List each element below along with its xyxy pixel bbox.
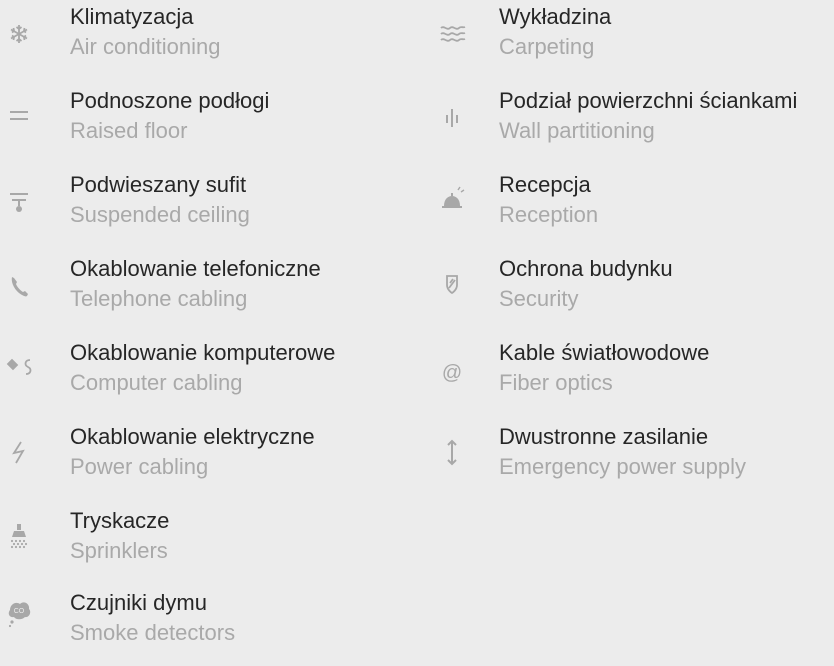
amenity-label-en: Fiber optics	[499, 370, 613, 395]
amenity-label-pl: Wykładzina	[499, 4, 612, 29]
amenity-label-pl: Podział powierzchni ściankami	[499, 88, 798, 113]
amenity-label-pl: Okablowanie elektryczne	[70, 424, 315, 449]
svg-text:@: @	[442, 362, 462, 384]
amenity-item-emergency-power: Dwustronne zasilanie Emergency power sup…	[425, 420, 834, 500]
phone-icon	[0, 252, 46, 332]
amenity-item-power-cabling: Okablowanie elektryczne Power cabling	[0, 420, 420, 500]
amenity-label-pl: Recepcja	[499, 172, 591, 197]
amenity-label-en: Smoke detectors	[70, 620, 236, 645]
amenity-label-pl: Okablowanie komputerowe	[70, 340, 336, 365]
amenity-item-sprinklers: Tryskacze Sprinklers	[0, 504, 420, 584]
amenity-item-reception: Recepcja Reception	[425, 168, 834, 248]
snowflake-icon	[0, 0, 46, 80]
reception-bell-icon	[425, 168, 471, 248]
amenity-item-suspended-ceiling: Podwieszany sufit Suspended ceiling	[0, 168, 420, 248]
svg-text:CO: CO	[14, 608, 25, 615]
amenity-item-security: Ochrona budynku Security	[425, 252, 834, 332]
amenity-label-pl: Okablowanie telefoniczne	[70, 256, 321, 281]
amenity-item-wall-partitioning: Podział powierzchni ściankami Wall parti…	[425, 84, 834, 164]
computer-cable-icon	[0, 336, 46, 416]
amenity-item-raised-floor: Podnoszone podłogi Raised floor	[0, 84, 420, 164]
amenity-label-en: Emergency power supply	[499, 454, 747, 479]
amenity-label-pl: Kable światłowodowe	[499, 340, 710, 365]
amenity-label-en: Suspended ceiling	[70, 202, 250, 227]
amenity-item-telephone-cabling: Okablowanie telefoniczne Telephone cabli…	[0, 252, 420, 332]
amenity-label-en: Wall partitioning	[499, 118, 655, 143]
amenity-label-en: Air conditioning	[70, 34, 221, 59]
amenity-item-smoke-detectors: CO Czujniki dymu Smoke detectors	[0, 586, 420, 666]
amenity-label-pl: Czujniki dymu	[70, 590, 207, 615]
amenity-label-en: Computer cabling	[70, 370, 243, 395]
lightning-icon	[0, 420, 46, 500]
amenity-label-en: Security	[499, 286, 579, 311]
sprinkler-icon	[0, 504, 46, 584]
raised-floor-icon	[0, 84, 46, 164]
amenity-item-fiber-optics: @ Kable światłowodowe Fiber optics	[425, 336, 834, 416]
suspended-ceiling-icon	[0, 168, 46, 248]
at-sign-icon: @	[425, 336, 471, 416]
amenity-label-en: Telephone cabling	[70, 286, 248, 311]
up-down-arrow-icon	[425, 420, 471, 500]
partition-icon	[425, 84, 471, 164]
amenity-item-carpeting: Wykładzina Carpeting	[425, 0, 834, 80]
waves-icon	[425, 0, 471, 80]
amenity-item-computer-cabling: Okablowanie komputerowe Computer cabling	[0, 336, 420, 416]
amenity-label-pl: Podnoszone podłogi	[70, 88, 270, 113]
shield-icon	[425, 252, 471, 332]
amenity-item-air-conditioning: Klimatyzacja Air conditioning	[0, 0, 420, 80]
amenity-label-pl: Klimatyzacja	[70, 4, 194, 29]
amenity-label-pl: Ochrona budynku	[499, 256, 673, 281]
co-smoke-icon: CO	[0, 586, 46, 666]
amenity-label-en: Reception	[499, 202, 599, 227]
amenity-label-pl: Podwieszany sufit	[70, 172, 247, 197]
amenity-label-pl: Tryskacze	[70, 508, 170, 533]
amenity-label-pl: Dwustronne zasilanie	[499, 424, 709, 449]
amenity-label-en: Power cabling	[70, 454, 209, 479]
amenity-label-en: Carpeting	[499, 34, 595, 59]
amenity-label-en: Sprinklers	[70, 538, 168, 563]
amenity-label-en: Raised floor	[70, 118, 188, 143]
